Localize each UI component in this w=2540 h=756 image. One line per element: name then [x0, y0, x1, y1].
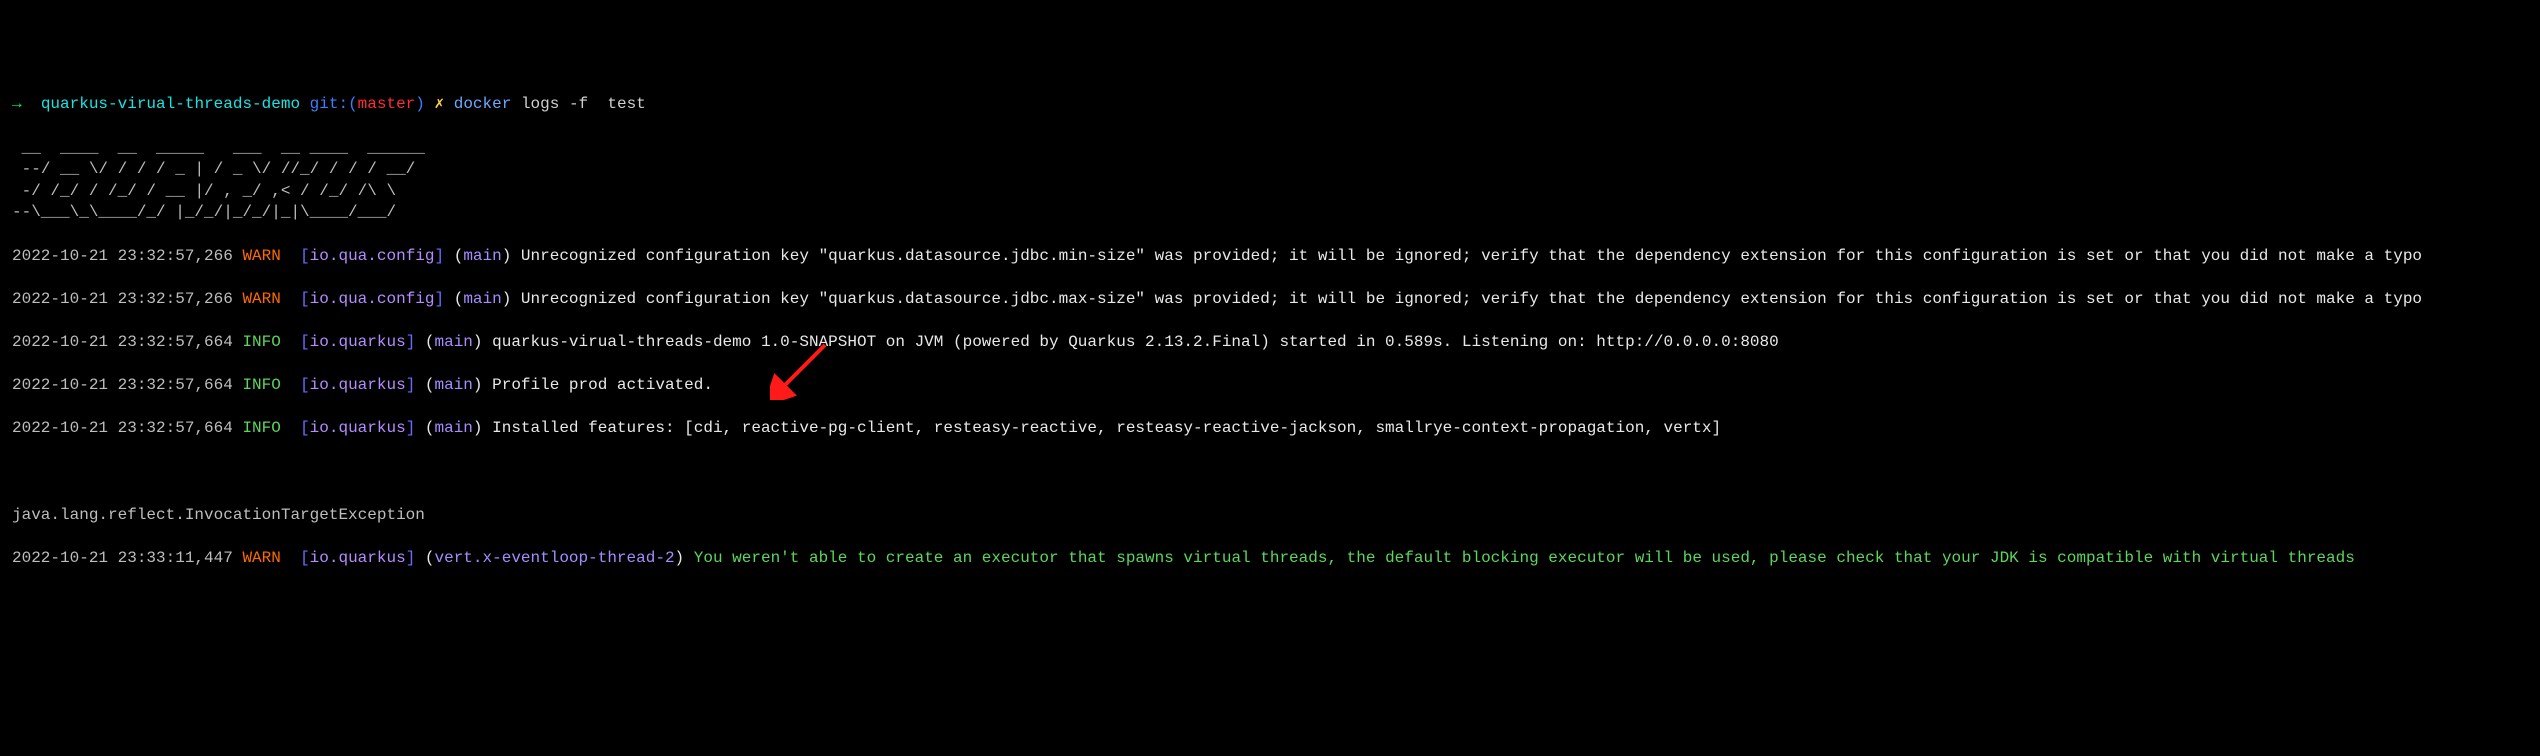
log-timestamp: 2022-10-21 23:32:57,664 — [12, 333, 233, 351]
log-message: Profile prod activated. — [492, 376, 713, 394]
command-args: logs -f test — [511, 95, 645, 113]
log-message: quarkus-virual-threads-demo 1.0-SNAPSHOT… — [492, 333, 1779, 351]
log-thread: main — [463, 290, 501, 308]
log-source: io.qua.config — [310, 290, 435, 308]
blank-line — [12, 461, 2528, 483]
log-timestamp: 2022-10-21 23:32:57,266 — [12, 247, 233, 265]
quarkus-ascii-banner: __ ____ __ _____ ___ __ ____ ______ --/ … — [12, 138, 2528, 224]
log-level: INFO — [242, 419, 280, 437]
log-source: io.qua.config — [310, 247, 435, 265]
log-message: Unrecognized configuration key "quarkus.… — [521, 290, 2422, 308]
bracket-close: ] — [435, 247, 445, 265]
log-message-highlight: You weren't able to create an executor t… — [694, 549, 2355, 567]
log-line: 2022-10-21 23:32:57,664 INFO [io.quarkus… — [12, 332, 2528, 354]
log-thread: main — [435, 419, 473, 437]
log-source: io.quarkus — [310, 333, 406, 351]
prompt-git-close: ) — [415, 95, 434, 113]
log-line: 2022-10-21 23:32:57,664 INFO [io.quarkus… — [12, 418, 2528, 440]
log-timestamp: 2022-10-21 23:32:57,664 — [12, 419, 233, 437]
log-timestamp: 2022-10-21 23:33:11,447 — [12, 549, 233, 567]
log-message: Unrecognized configuration key "quarkus.… — [521, 247, 2422, 265]
log-line-vt-warn: 2022-10-21 23:33:11,447 WARN [io.quarkus… — [12, 548, 2528, 570]
shell-prompt[interactable]: → quarkus-virual-threads-demo git:(maste… — [12, 94, 2528, 116]
log-level: WARN — [242, 549, 280, 567]
log-source: io.quarkus — [310, 419, 406, 437]
bracket-open: [ — [300, 419, 310, 437]
prompt-branch: master — [358, 95, 416, 113]
exception-line: java.lang.reflect.InvocationTargetExcept… — [12, 505, 2528, 527]
log-source: io.quarkus — [310, 549, 406, 567]
log-message: Installed features: [cdi, reactive-pg-cl… — [492, 419, 1721, 437]
bracket-open: [ — [300, 290, 310, 308]
bracket-open: [ — [300, 247, 310, 265]
bracket-open: [ — [300, 333, 310, 351]
log-line: 2022-10-21 23:32:57,664 INFO [io.quarkus… — [12, 375, 2528, 397]
log-level: WARN — [242, 290, 280, 308]
log-level: WARN — [242, 247, 280, 265]
log-thread: main — [463, 247, 501, 265]
command-docker: docker — [444, 95, 511, 113]
log-level: INFO — [242, 333, 280, 351]
log-thread: main — [435, 333, 473, 351]
bracket-close: ] — [435, 290, 445, 308]
prompt-arrow-icon: → — [12, 95, 41, 113]
prompt-cwd: quarkus-virual-threads-demo — [41, 95, 300, 113]
log-timestamp: 2022-10-21 23:32:57,664 — [12, 376, 233, 394]
prompt-dirty-icon: ✗ — [434, 95, 444, 113]
log-source: io.quarkus — [310, 376, 406, 394]
log-line: 2022-10-21 23:32:57,266 WARN [io.qua.con… — [12, 289, 2528, 311]
log-level: INFO — [242, 376, 280, 394]
log-line: 2022-10-21 23:32:57,266 WARN [io.qua.con… — [12, 246, 2528, 268]
bracket-close: ] — [406, 333, 416, 351]
log-thread: vert.x-eventloop-thread-2 — [435, 549, 675, 567]
bracket-close: ] — [406, 419, 416, 437]
bracket-close: ] — [406, 376, 416, 394]
prompt-git-open: git:( — [300, 95, 358, 113]
bracket-close: ] — [406, 549, 416, 567]
log-thread: main — [435, 376, 473, 394]
bracket-open: [ — [300, 376, 310, 394]
bracket-open: [ — [300, 549, 310, 567]
log-timestamp: 2022-10-21 23:32:57,266 — [12, 290, 233, 308]
